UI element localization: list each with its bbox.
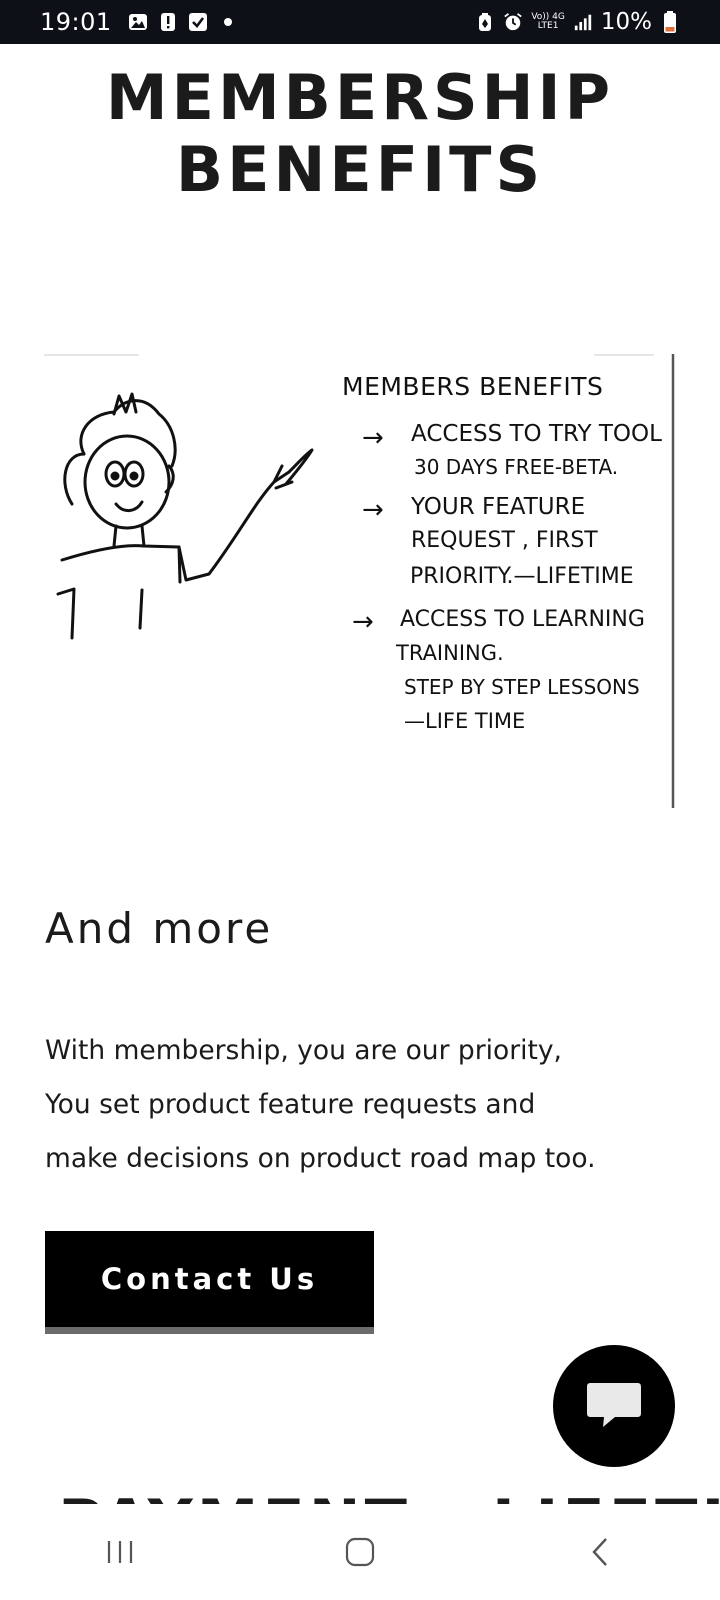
back-icon bbox=[592, 1538, 607, 1566]
home-button[interactable] bbox=[320, 1522, 400, 1582]
benefit-line-2: 30 DAYS FREE-BETA. bbox=[414, 455, 618, 479]
chat-button[interactable] bbox=[553, 1345, 675, 1467]
benefit-line-5: PRIORITY.—LIFETIME bbox=[410, 564, 634, 589]
next-section-heading: PAYMENT - LIFETIME bbox=[58, 1486, 720, 1504]
cartoon-figure bbox=[56, 392, 314, 640]
alert-icon bbox=[158, 12, 178, 32]
checkbox-icon bbox=[188, 12, 208, 32]
description-line-3: make decisions on product road map too. bbox=[45, 1143, 596, 1174]
dot-icon bbox=[218, 12, 238, 32]
benefit-line-3: YOUR FEATURE bbox=[410, 494, 585, 520]
benefit-line-8: STEP BY STEP LESSONS bbox=[404, 675, 640, 699]
alarm-icon bbox=[503, 12, 523, 32]
benefits-heading: MEMBERS BENEFITS bbox=[342, 372, 603, 401]
contact-us-button[interactable]: Contact Us bbox=[45, 1231, 374, 1334]
benefit-line-4: REQUEST , FIRST bbox=[411, 528, 598, 553]
arrow-1: → bbox=[362, 423, 384, 453]
benefit-line-1: ACCESS TO TRY TOOL bbox=[411, 421, 662, 447]
benefit-line-6: ACCESS TO LEARNING bbox=[400, 607, 645, 632]
status-time: 19:01 bbox=[40, 8, 112, 36]
and-more-heading: And more bbox=[45, 904, 274, 953]
battery-icon bbox=[660, 11, 680, 33]
recent-apps-icon bbox=[107, 1541, 133, 1563]
benefit-line-7: TRAINING. bbox=[395, 641, 504, 665]
page-title-line-1: MEMBERSHIP bbox=[105, 61, 615, 134]
membership-benefits-illustration: MEMBERS BENEFITS → ACCESS TO TRY TOOL 30… bbox=[44, 354, 675, 808]
network-icon: Vo)) 4G LTE1 bbox=[531, 13, 565, 31]
next-section-clip: PAYMENT - LIFETIME bbox=[0, 1484, 720, 1504]
network-label-bottom: LTE1 bbox=[537, 21, 559, 31]
page-title: MEMBERSHIP BENEFITS bbox=[0, 62, 720, 206]
signal-icon bbox=[573, 12, 593, 32]
status-right-icons: Vo)) 4G LTE1 10% bbox=[475, 9, 680, 35]
gallery-icon bbox=[128, 12, 148, 32]
battery-saver-icon bbox=[475, 12, 495, 32]
battery-percentage: 10% bbox=[600, 9, 652, 35]
navigation-bar bbox=[0, 1504, 720, 1600]
arrow-3: → bbox=[352, 607, 374, 637]
description-line-2: You set product feature requests and bbox=[45, 1089, 536, 1120]
back-button[interactable] bbox=[560, 1522, 640, 1582]
description-line-1: With membership, you are our priority, bbox=[45, 1035, 562, 1066]
home-icon bbox=[345, 1537, 375, 1567]
recent-apps-button[interactable] bbox=[80, 1522, 160, 1582]
status-bar: 19:01 Vo)) 4G LTE1 10% bbox=[0, 0, 720, 44]
page-title-line-2: BENEFITS bbox=[175, 133, 545, 206]
arrow-2: → bbox=[362, 495, 384, 525]
benefit-line-9: —LIFE TIME bbox=[404, 709, 525, 733]
handwritten-benefits: MEMBERS BENEFITS → ACCESS TO TRY TOOL 30… bbox=[342, 372, 662, 733]
membership-description: With membership, you are our priority, Y… bbox=[45, 1024, 685, 1186]
notification-icons bbox=[128, 12, 238, 32]
chat-icon bbox=[587, 1383, 641, 1427]
contact-us-label: Contact Us bbox=[100, 1262, 319, 1296]
